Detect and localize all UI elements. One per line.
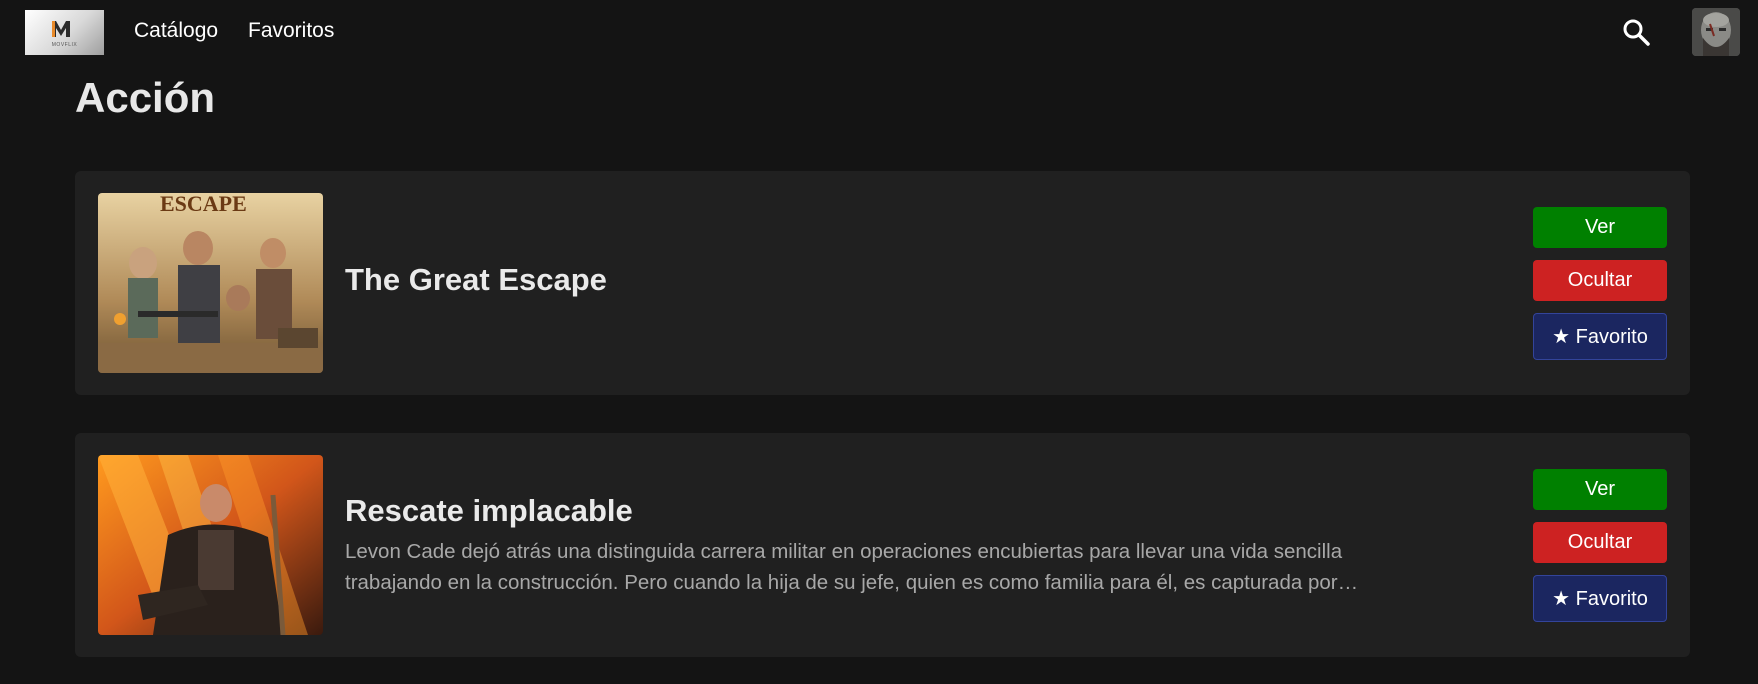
search-button[interactable]	[1620, 16, 1652, 48]
logo-m-icon	[52, 21, 70, 37]
ver-button[interactable]: Ver	[1533, 207, 1667, 248]
ocultar-button[interactable]: Ocultar	[1533, 260, 1667, 301]
movie-info: Rescate implacable Levon Cade dejó atrás…	[345, 493, 1445, 598]
movie-description: Levon Cade dejó atrás una distinguida ca…	[345, 540, 1359, 594]
movie-poster[interactable]: ESCAPE	[98, 193, 323, 373]
logo-caption: MOVFLIX	[51, 42, 78, 48]
top-navbar: MOVFLIX Catálogo Favoritos	[0, 0, 1758, 62]
ver-button[interactable]: Ver	[1533, 469, 1667, 510]
favorito-button[interactable]: ★ Favorito	[1533, 313, 1667, 360]
movie-card: Rescate implacable Levon Cade dejó atrás…	[75, 433, 1690, 657]
poster-image	[98, 455, 323, 635]
movie-title[interactable]: The Great Escape	[345, 262, 1445, 298]
brand-logo[interactable]: MOVFLIX	[25, 10, 104, 55]
user-avatar[interactable]	[1692, 8, 1740, 56]
movie-card: ESCAPE The Great Escape Ver Ocultar ★ Fa…	[75, 171, 1690, 395]
movie-title[interactable]: Rescate implacable	[345, 493, 1445, 529]
favorito-button[interactable]: ★ Favorito	[1533, 575, 1667, 622]
nav-link-catalogo[interactable]: Catálogo	[134, 19, 218, 43]
ocultar-button[interactable]: Ocultar	[1533, 522, 1667, 563]
nav-link-favoritos[interactable]: Favoritos	[248, 19, 334, 43]
movie-poster[interactable]	[98, 455, 323, 635]
svg-text:ESCAPE: ESCAPE	[160, 193, 247, 216]
avatar-image	[1692, 8, 1740, 56]
section-title: Acción	[75, 74, 216, 121]
poster-image: ESCAPE	[98, 193, 323, 373]
movie-info: The Great Escape	[345, 262, 1445, 298]
search-icon	[1623, 19, 1650, 46]
